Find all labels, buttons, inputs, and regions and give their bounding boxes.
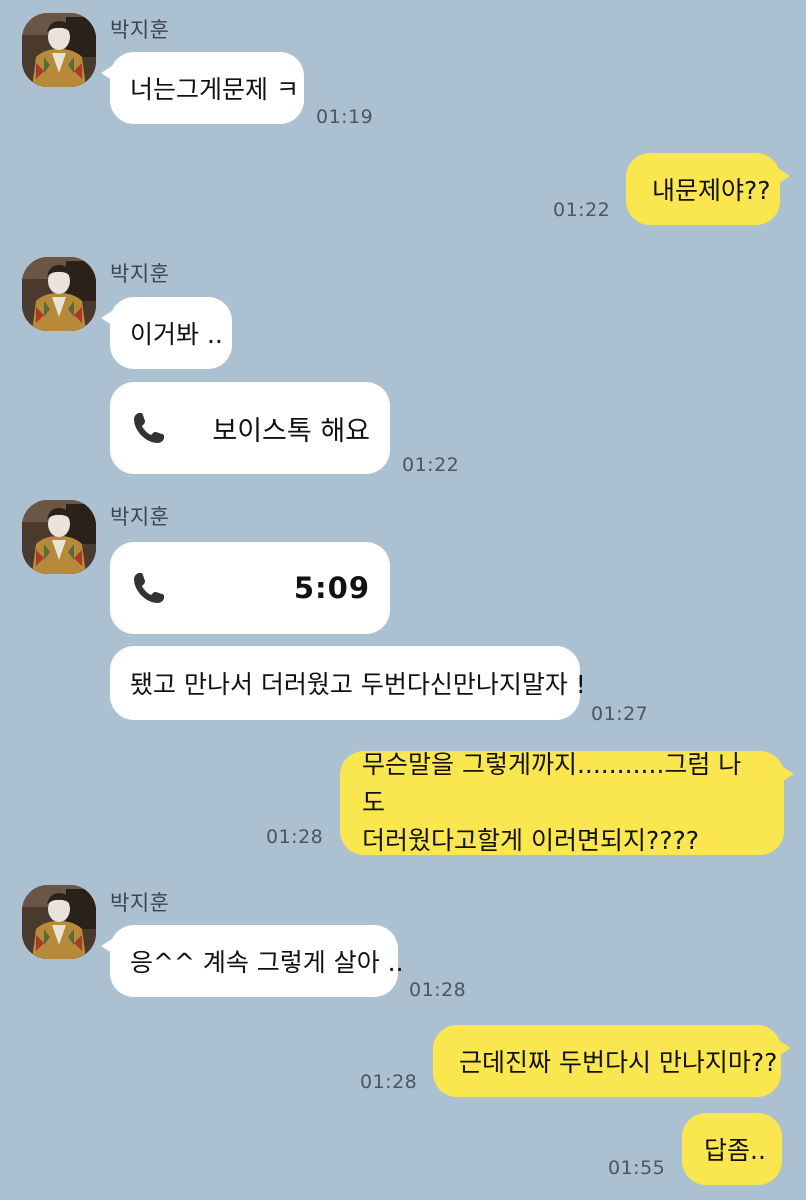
message-text: 내문제야?? bbox=[652, 176, 771, 205]
phone-icon bbox=[130, 409, 168, 447]
message-time: 01:55 bbox=[608, 1157, 666, 1179]
message-bubble[interactable]: 응^^ 계속 그렇게 살아 .. bbox=[101, 925, 404, 997]
voice-call-bubble[interactable]: 5:09 bbox=[110, 542, 390, 634]
message-time: 01:27 bbox=[591, 703, 649, 725]
phone-icon bbox=[130, 569, 168, 607]
message-time: 01:28 bbox=[409, 979, 467, 1001]
avatar[interactable] bbox=[22, 500, 96, 574]
message-bubble[interactable]: 이거봐 .. bbox=[101, 297, 232, 369]
call-duration: 5:09 bbox=[293, 571, 370, 605]
avatar[interactable] bbox=[22, 257, 96, 331]
message-text: 너는그게문제 ㅋ bbox=[130, 75, 299, 104]
message-bubble[interactable]: 답좀.. bbox=[682, 1113, 782, 1185]
message-line: 더러웠다고할게 이러면되지???? bbox=[362, 826, 700, 855]
message-time: 01:22 bbox=[553, 199, 611, 221]
message-bubble[interactable]: 무슨말을 그렇게까지...........그럼 나도 더러웠다고할게 이러면되지… bbox=[340, 750, 794, 855]
avatar[interactable] bbox=[22, 13, 96, 87]
message-bubble[interactable]: 너는그게문제 ㅋ bbox=[101, 52, 304, 124]
message-bubble[interactable]: 됐고 만나서 더러웠고 두번다신만나지말자 ! bbox=[110, 646, 586, 720]
sender-name: 박지훈 bbox=[110, 262, 170, 286]
sender-name: 박지훈 bbox=[110, 505, 170, 529]
message-time: 01:19 bbox=[316, 106, 374, 128]
message-time: 01:22 bbox=[402, 454, 460, 476]
message-line: 무슨말을 그렇게까지...........그럼 나도 bbox=[362, 750, 742, 817]
message-text: 근데진짜 두번다시 만나지마?? bbox=[459, 1048, 778, 1077]
message-text: 이거봐 .. bbox=[130, 320, 223, 349]
message-text: 됐고 만나서 더러웠고 두번다신만나지말자 ! bbox=[130, 670, 586, 699]
message-bubble[interactable]: 근데진짜 두번다시 만나지마?? bbox=[433, 1025, 791, 1097]
message-time: 01:28 bbox=[266, 826, 324, 848]
message-text: 응^^ 계속 그렇게 살아 .. bbox=[130, 948, 404, 977]
sender-name: 박지훈 bbox=[110, 891, 170, 915]
avatar[interactable] bbox=[22, 885, 96, 959]
message-time: 01:28 bbox=[360, 1071, 418, 1093]
message-text: 답좀.. bbox=[704, 1136, 766, 1165]
voice-call-bubble[interactable]: 보이스톡 해요 bbox=[110, 382, 390, 474]
sender-name: 박지훈 bbox=[110, 18, 170, 42]
message-bubble[interactable]: 내문제야?? bbox=[626, 153, 790, 225]
call-label: 보이스톡 해요 bbox=[212, 415, 370, 447]
